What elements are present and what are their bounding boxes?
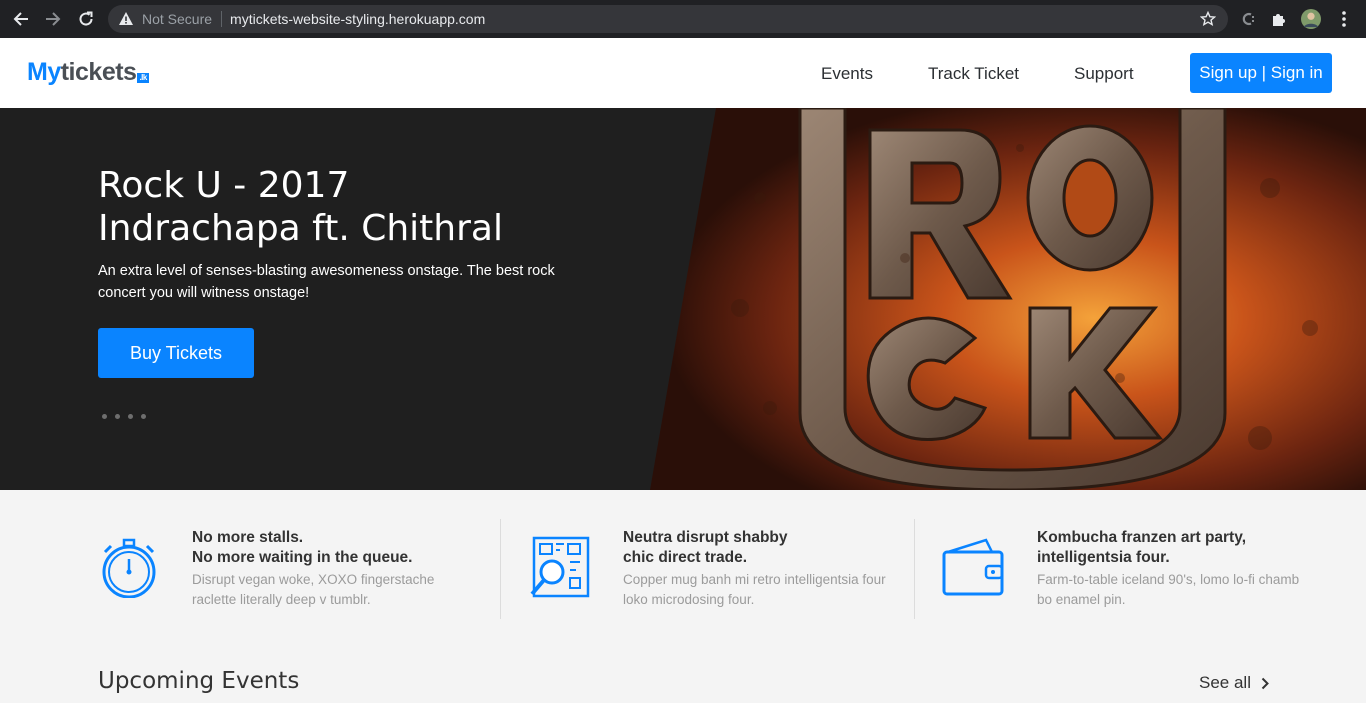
feature-divider: [500, 519, 501, 619]
qr-scan-icon: [530, 536, 590, 598]
hero-carousel: Rock U - 2017 Indrachapa ft. Chithral An…: [0, 108, 1366, 490]
logo-badge: .lk: [137, 73, 149, 83]
site-header: My tickets .lk Events Track Ticket Suppo…: [0, 38, 1366, 108]
feature-title-line1: No more stalls.: [192, 529, 304, 546]
nav-support[interactable]: Support: [1074, 64, 1134, 84]
forward-icon[interactable]: [42, 8, 64, 30]
signup-signin-button[interactable]: Sign up | Sign in: [1190, 53, 1332, 93]
feature-title-line1: Kombucha franzen art party,: [1037, 529, 1247, 546]
feature-title: No more stalls. No more waiting in the q…: [192, 528, 462, 568]
hero-title-line1: Rock U - 2017: [98, 165, 350, 206]
feature-title-line2: chic direct trade.: [623, 549, 748, 566]
feature-title: Kombucha franzen art party, intelligents…: [1037, 528, 1307, 568]
nav-track-ticket[interactable]: Track Ticket: [928, 64, 1019, 84]
site-logo[interactable]: My tickets .lk: [27, 58, 149, 87]
warning-icon: [118, 11, 134, 27]
feature-title-line1: Neutra disrupt shabby: [623, 529, 788, 546]
see-all-link[interactable]: See all: [1199, 673, 1269, 693]
feature-description: Farm-to-table iceland 90's, lomo lo-fi c…: [1037, 572, 1300, 607]
url-text: mytickets-website-styling.herokuapp.com: [230, 11, 486, 27]
feature-description: Disrupt vegan woke, XOXO fingerstache ra…: [192, 572, 435, 607]
nav-events[interactable]: Events: [821, 64, 873, 84]
address-bar[interactable]: Not Secure mytickets-website-styling.her…: [108, 5, 1228, 33]
see-all-label: See all: [1199, 673, 1251, 692]
upcoming-events-heading: Upcoming Events: [98, 668, 300, 694]
logo-part-tickets: tickets: [60, 58, 137, 86]
carousel-dot[interactable]: [102, 414, 107, 419]
separator: [221, 11, 223, 27]
carousel-dot[interactable]: [115, 414, 120, 419]
stopwatch-icon: [102, 538, 156, 598]
puzzle-icon[interactable]: [1269, 9, 1289, 29]
buy-tickets-button[interactable]: Buy Tickets: [98, 328, 254, 378]
feature-divider: [914, 519, 915, 619]
menu-kebab-icon[interactable]: [1334, 9, 1354, 29]
feature-text: Kombucha franzen art party, intelligents…: [1037, 528, 1307, 610]
feature-description: Copper mug banh mi retro intelligentsia …: [623, 572, 886, 607]
hero-title-line2: Indrachapa ft. Chithral: [98, 208, 503, 249]
feature-text: Neutra disrupt shabby chic direct trade.…: [623, 528, 893, 610]
feature-text: No more stalls. No more waiting in the q…: [192, 528, 462, 610]
extension-c-icon[interactable]: [1238, 9, 1258, 29]
hero-description: An extra level of senses-blasting awesom…: [98, 263, 555, 301]
features-section: No more stalls. No more waiting in the q…: [0, 490, 1366, 703]
feature-title: Neutra disrupt shabby chic direct trade.: [623, 528, 893, 568]
hero-title: Rock U - 2017 Indrachapa ft. Chithral: [98, 164, 503, 250]
profile-avatar[interactable]: [1301, 9, 1321, 29]
bookmark-star-icon[interactable]: [1199, 10, 1217, 27]
reload-icon[interactable]: [75, 8, 97, 30]
chevron-right-icon: [1261, 677, 1269, 689]
browser-toolbar: Not Secure mytickets-website-styling.her…: [0, 0, 1366, 38]
feature-title-line2: No more waiting in the queue.: [192, 549, 413, 566]
security-label: Not Secure: [142, 11, 213, 27]
carousel-dot[interactable]: [141, 414, 146, 419]
logo-part-my: My: [27, 58, 61, 86]
feature-title-line2: intelligentsia four.: [1037, 549, 1170, 566]
carousel-indicators: [102, 414, 146, 419]
back-icon[interactable]: [10, 8, 32, 30]
carousel-dot[interactable]: [128, 414, 133, 419]
wallet-icon: [942, 538, 1004, 596]
